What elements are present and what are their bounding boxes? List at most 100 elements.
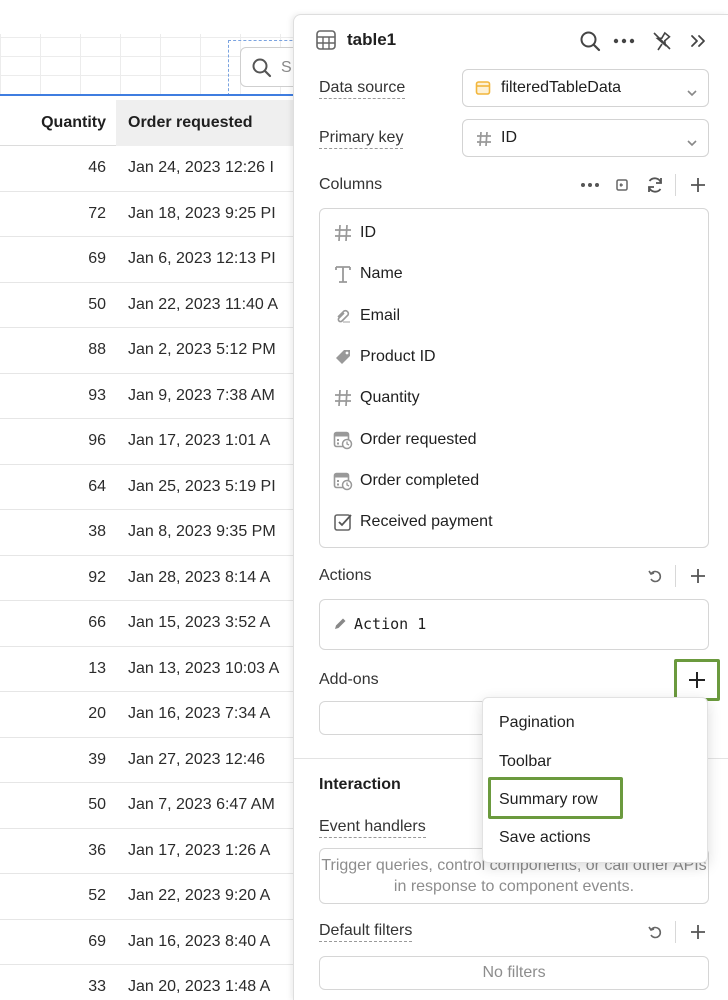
component-name[interactable]: table1 bbox=[347, 30, 396, 50]
cell-order-requested: Jan 16, 2023 7:34 A bbox=[128, 705, 271, 722]
selection-border bbox=[0, 94, 300, 96]
add-addon-button[interactable] bbox=[674, 659, 720, 701]
column-label: Received payment bbox=[360, 513, 493, 531]
column-item[interactable]: Name bbox=[332, 260, 403, 288]
column-item[interactable]: Email bbox=[332, 302, 400, 330]
table-body: 46 Jan 24, 2023 12:26 I 72 Jan 18, 2023 9:2… bbox=[0, 146, 300, 1000]
unpin-icon[interactable] bbox=[649, 28, 675, 54]
table-row[interactable]: 88 Jan 2, 2023 5:12 PM bbox=[0, 328, 300, 374]
table-row[interactable]: 66 Jan 15, 2023 3:52 A bbox=[0, 601, 300, 647]
table-row[interactable]: 20 Jan 16, 2023 7:34 A bbox=[0, 692, 300, 738]
header-order-requested[interactable]: Order requested bbox=[116, 100, 300, 146]
menu-item-pagination[interactable]: Pagination bbox=[499, 714, 575, 732]
add-column-icon[interactable] bbox=[686, 173, 710, 197]
collapse-panel-icon[interactable] bbox=[685, 28, 711, 54]
cell-order-requested: Jan 25, 2023 5:19 PI bbox=[128, 477, 276, 495]
more-options-icon[interactable] bbox=[611, 28, 637, 54]
addons-dropdown-menu: Pagination Toolbar Summary row Save acti… bbox=[482, 697, 708, 863]
cell-order-requested: Jan 24, 2023 12:26 I bbox=[128, 159, 274, 176]
email-icon bbox=[332, 307, 354, 325]
pencil-icon bbox=[332, 616, 348, 637]
table-row[interactable]: 50 Jan 22, 2023 11:40 A bbox=[0, 283, 300, 328]
search-icon[interactable] bbox=[577, 28, 603, 54]
table-row[interactable]: 39 Jan 27, 2023 12:46 bbox=[0, 738, 300, 783]
cell-quantity: 39 bbox=[88, 750, 106, 768]
hash-icon bbox=[475, 130, 493, 153]
addons-title: Add-ons bbox=[319, 671, 379, 688]
column-item[interactable]: Product ID bbox=[332, 343, 436, 371]
cell-order-requested: Jan 9, 2023 7:38 AM bbox=[128, 386, 275, 404]
menu-item-save-actions[interactable]: Save actions bbox=[499, 829, 591, 847]
add-action-icon[interactable] bbox=[686, 564, 710, 588]
add-filter-icon[interactable] bbox=[686, 920, 710, 944]
table-component: S Quantity Order requested 46 Jan 24, 202… bbox=[0, 0, 300, 1000]
table-row[interactable]: 33 Jan 20, 2023 1:48 A bbox=[0, 965, 300, 1000]
reset-columns-icon[interactable] bbox=[610, 173, 634, 197]
table-row[interactable]: 52 Jan 22, 2023 9:20 A bbox=[0, 874, 300, 920]
column-label: Order requested bbox=[360, 430, 477, 448]
cell-quantity: 64 bbox=[88, 477, 106, 495]
header-quantity[interactable]: Quantity bbox=[0, 100, 116, 146]
table-search-input[interactable]: S bbox=[240, 47, 300, 87]
table-row[interactable]: 96 Jan 17, 2023 1:01 A bbox=[0, 419, 300, 465]
cell-order-requested: Jan 18, 2023 9:25 PI bbox=[128, 204, 276, 222]
table-row[interactable]: 69 Jan 6, 2023 12:13 PI bbox=[0, 237, 300, 283]
data-source-select[interactable]: filteredTableData bbox=[462, 69, 709, 107]
cell-quantity: 33 bbox=[88, 978, 106, 995]
column-label: Name bbox=[360, 265, 403, 283]
more-options-icon[interactable] bbox=[578, 173, 602, 197]
toolbar-divider bbox=[675, 921, 676, 943]
column-item[interactable]: ID bbox=[332, 219, 376, 247]
columns-list: ID Name Email Product ID Quantity Order reque… bbox=[319, 208, 709, 548]
table-row[interactable]: 38 Jan 8, 2023 9:35 PM bbox=[0, 510, 300, 556]
cell-order-requested: Jan 7, 2023 6:47 AM bbox=[128, 796, 275, 813]
table-row[interactable]: 50 Jan 7, 2023 6:47 AM bbox=[0, 783, 300, 829]
cell-order-requested: Jan 15, 2023 3:52 A bbox=[128, 614, 271, 631]
cell-order-requested: Jan 22, 2023 9:20 A bbox=[128, 887, 271, 904]
table-row[interactable]: 72 Jan 18, 2023 9:25 PI bbox=[0, 192, 300, 237]
table-row[interactable]: 36 Jan 17, 2023 1:26 A bbox=[0, 829, 300, 874]
data-source-label: Data source bbox=[319, 79, 406, 99]
column-label: Email bbox=[360, 306, 401, 324]
event-handlers-label: Event handlers bbox=[319, 818, 426, 838]
column-label: Order completed bbox=[360, 471, 480, 489]
chevron-down-icon bbox=[686, 84, 698, 102]
action-item[interactable]: Action 1 bbox=[319, 599, 709, 650]
cell-quantity: 50 bbox=[88, 796, 106, 813]
cell-quantity: 38 bbox=[88, 523, 106, 540]
query-icon bbox=[475, 80, 491, 101]
default-filters-empty[interactable]: No filters bbox=[319, 956, 709, 990]
cell-quantity: 13 bbox=[88, 659, 106, 677]
refresh-icon[interactable] bbox=[643, 173, 667, 197]
cell-quantity: 69 bbox=[88, 250, 106, 267]
table-row[interactable]: 46 Jan 24, 2023 12:26 I bbox=[0, 146, 300, 192]
search-icon bbox=[251, 57, 273, 84]
menu-item-summary-row[interactable]: Summary row bbox=[499, 791, 598, 809]
table-row[interactable]: 93 Jan 9, 2023 7:38 AM bbox=[0, 374, 300, 419]
primary-key-value: ID bbox=[501, 129, 517, 146]
table-row[interactable]: 69 Jan 16, 2023 8:40 A bbox=[0, 920, 300, 965]
cell-order-requested: Jan 13, 2023 10:03 A bbox=[128, 659, 280, 677]
table-row[interactable]: 92 Jan 28, 2023 8:14 A bbox=[0, 556, 300, 601]
column-item[interactable]: Quantity bbox=[332, 384, 420, 412]
table-row[interactable]: 13 Jan 13, 2023 10:03 A bbox=[0, 647, 300, 692]
plus-icon bbox=[689, 672, 705, 688]
column-item[interactable]: Order requested bbox=[332, 426, 477, 454]
checkbox-icon bbox=[332, 512, 354, 532]
cell-order-requested: Jan 2, 2023 5:12 PM bbox=[128, 341, 276, 358]
primary-key-select[interactable]: ID bbox=[462, 119, 709, 157]
cell-order-requested: Jan 17, 2023 1:01 A bbox=[128, 432, 271, 449]
table-row[interactable]: 64 Jan 25, 2023 5:19 PI bbox=[0, 465, 300, 510]
cell-quantity: 20 bbox=[88, 705, 106, 722]
panel-header: table1 bbox=[294, 15, 728, 67]
reset-icon[interactable] bbox=[643, 920, 667, 944]
cell-quantity: 46 bbox=[88, 159, 106, 176]
interaction-title: Interaction bbox=[319, 776, 401, 793]
menu-item-toolbar[interactable]: Toolbar bbox=[499, 753, 551, 771]
column-item[interactable]: Received payment bbox=[332, 508, 493, 536]
default-filters-label: Default filters bbox=[319, 922, 413, 942]
reset-icon[interactable] bbox=[643, 564, 667, 588]
column-item[interactable]: Order completed bbox=[332, 467, 479, 495]
cell-quantity: 96 bbox=[88, 432, 106, 449]
primary-key-label: Primary key bbox=[319, 129, 404, 149]
